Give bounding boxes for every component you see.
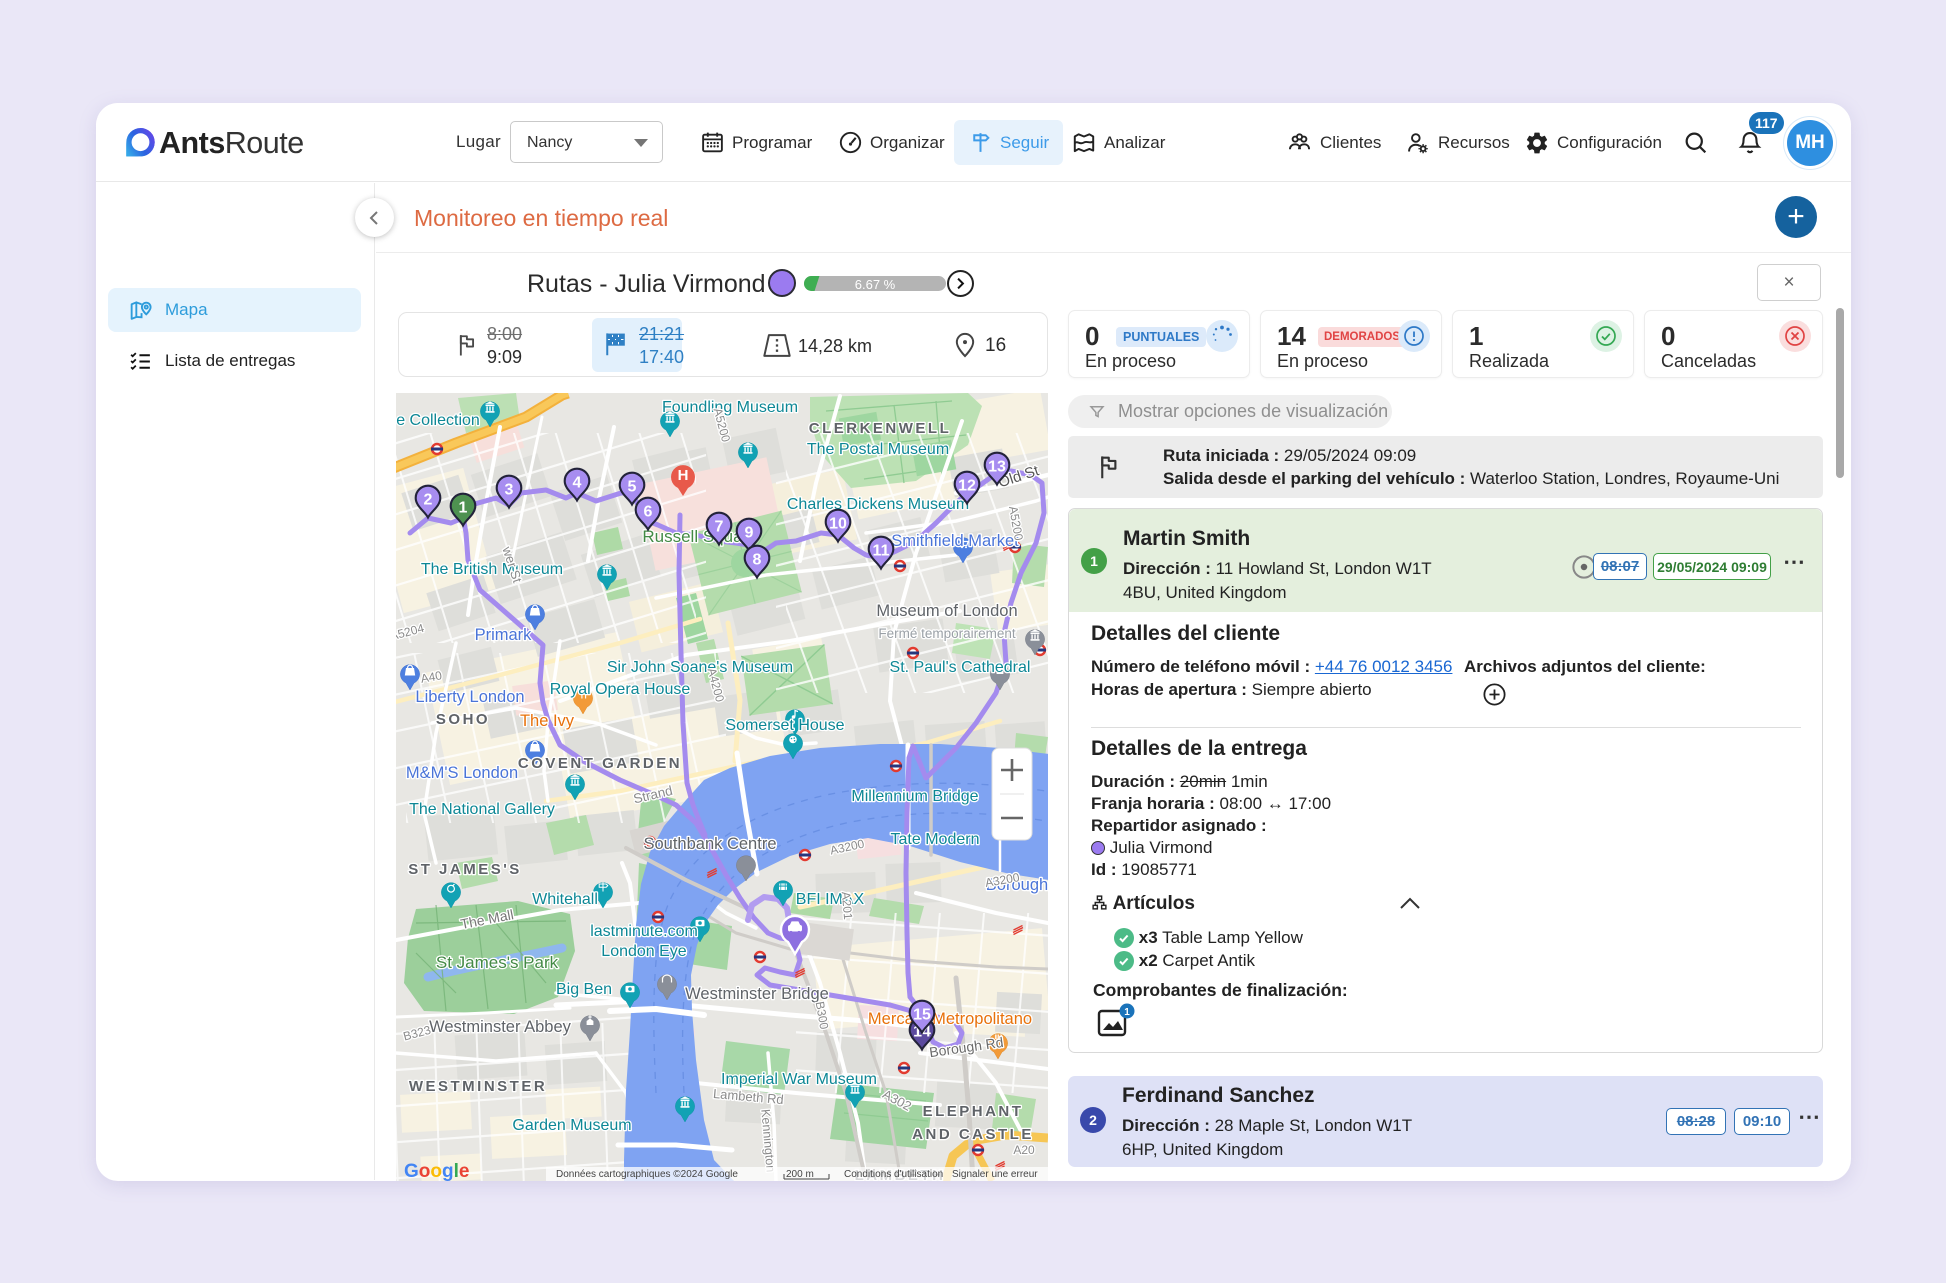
svg-text:lastminute.com: lastminute.com <box>590 923 698 940</box>
svg-text:Millennium Bridge: Millennium Bridge <box>851 788 978 805</box>
svg-text:Sir John Soane's Museum: Sir John Soane's Museum <box>607 659 793 676</box>
svg-text:Liberty London: Liberty London <box>415 688 524 706</box>
svg-text:Museum of London: Museum of London <box>876 602 1017 620</box>
svg-text:St. Paul's Cathedral: St. Paul's Cathedral <box>890 659 1031 676</box>
svg-text:The Postal Museum: The Postal Museum <box>807 441 949 458</box>
svg-text:12: 12 <box>958 478 976 495</box>
svg-text:Southbank Centre: Southbank Centre <box>643 835 776 853</box>
svg-text:1: 1 <box>1124 1007 1130 1018</box>
svg-text:13: 13 <box>988 459 1006 476</box>
svg-text:COVENT GARDEN: COVENT GARDEN <box>518 755 682 772</box>
svg-text:Mercato Metropolitano: Mercato Metropolitano <box>868 1010 1032 1028</box>
svg-text:6: 6 <box>644 504 653 521</box>
svg-text:Signaler une erreur: Signaler une erreur <box>952 1169 1038 1180</box>
svg-text:Tate Modern: Tate Modern <box>891 831 980 848</box>
svg-text:Somerset House: Somerset House <box>725 717 844 734</box>
svg-text:AND CASTLE: AND CASTLE <box>912 1126 1034 1143</box>
svg-text:Foundling Museum: Foundling Museum <box>662 399 798 416</box>
svg-text:Conditions d'utilisation: Conditions d'utilisation <box>844 1169 943 1180</box>
svg-text:Fermé temporairement: Fermé temporairement <box>878 626 1016 641</box>
svg-text:Primark: Primark <box>475 626 533 644</box>
svg-text:1: 1 <box>459 500 468 517</box>
svg-text:2: 2 <box>424 492 433 509</box>
svg-text:Westminster Abbey: Westminster Abbey <box>429 1018 572 1036</box>
svg-text:4: 4 <box>573 475 582 492</box>
svg-text:WESTMINSTER: WESTMINSTER <box>409 1078 547 1095</box>
svg-text:e Collection: e Collection <box>396 412 480 429</box>
svg-text:Charles Dickens Museum: Charles Dickens Museum <box>787 496 969 513</box>
svg-text:Imperial War Museum: Imperial War Museum <box>721 1071 877 1088</box>
svg-text:Google: Google <box>404 1161 469 1181</box>
svg-text:The British Museum: The British Museum <box>421 561 563 578</box>
svg-text:Royal Opera House: Royal Opera House <box>550 681 691 698</box>
svg-text:Données cartographiques ©2024: Données cartographiques ©2024 Google <box>556 1169 738 1180</box>
svg-text:The National Gallery: The National Gallery <box>409 801 555 818</box>
svg-text:SOHO: SOHO <box>436 711 490 728</box>
svg-text:5: 5 <box>628 479 637 496</box>
svg-text:9: 9 <box>745 525 754 542</box>
svg-text:Smithfield Market: Smithfield Market <box>891 532 1019 550</box>
svg-text:H: H <box>678 467 689 484</box>
svg-text:London Eye: London Eye <box>601 943 687 960</box>
svg-text:11: 11 <box>873 543 890 560</box>
svg-text:200 m: 200 m <box>786 1169 814 1180</box>
svg-text:A201: A201 <box>839 891 855 920</box>
svg-text:CLERKENWELL: CLERKENWELL <box>809 420 952 437</box>
svg-text:Westminster Bridge: Westminster Bridge <box>685 985 829 1003</box>
svg-text:15: 15 <box>913 1007 931 1024</box>
svg-text:The Ivy: The Ivy <box>520 712 575 730</box>
svg-text:10: 10 <box>829 516 847 533</box>
svg-text:AntsRoute: AntsRoute <box>159 126 304 160</box>
svg-text:A20: A20 <box>1013 1143 1035 1157</box>
svg-text:Big Ben: Big Ben <box>556 981 612 998</box>
svg-text:3: 3 <box>505 482 514 499</box>
svg-text:M&M'S London: M&M'S London <box>406 764 518 782</box>
svg-text:Garden Museum: Garden Museum <box>512 1117 631 1134</box>
svg-text:ELEPHANT: ELEPHANT <box>923 1103 1024 1120</box>
svg-text:8: 8 <box>753 552 762 569</box>
svg-text:Whitehall: Whitehall <box>532 891 598 908</box>
svg-text:St James's Park: St James's Park <box>436 953 559 972</box>
svg-text:7: 7 <box>715 519 724 536</box>
svg-text:ST JAMES'S: ST JAMES'S <box>408 861 522 878</box>
